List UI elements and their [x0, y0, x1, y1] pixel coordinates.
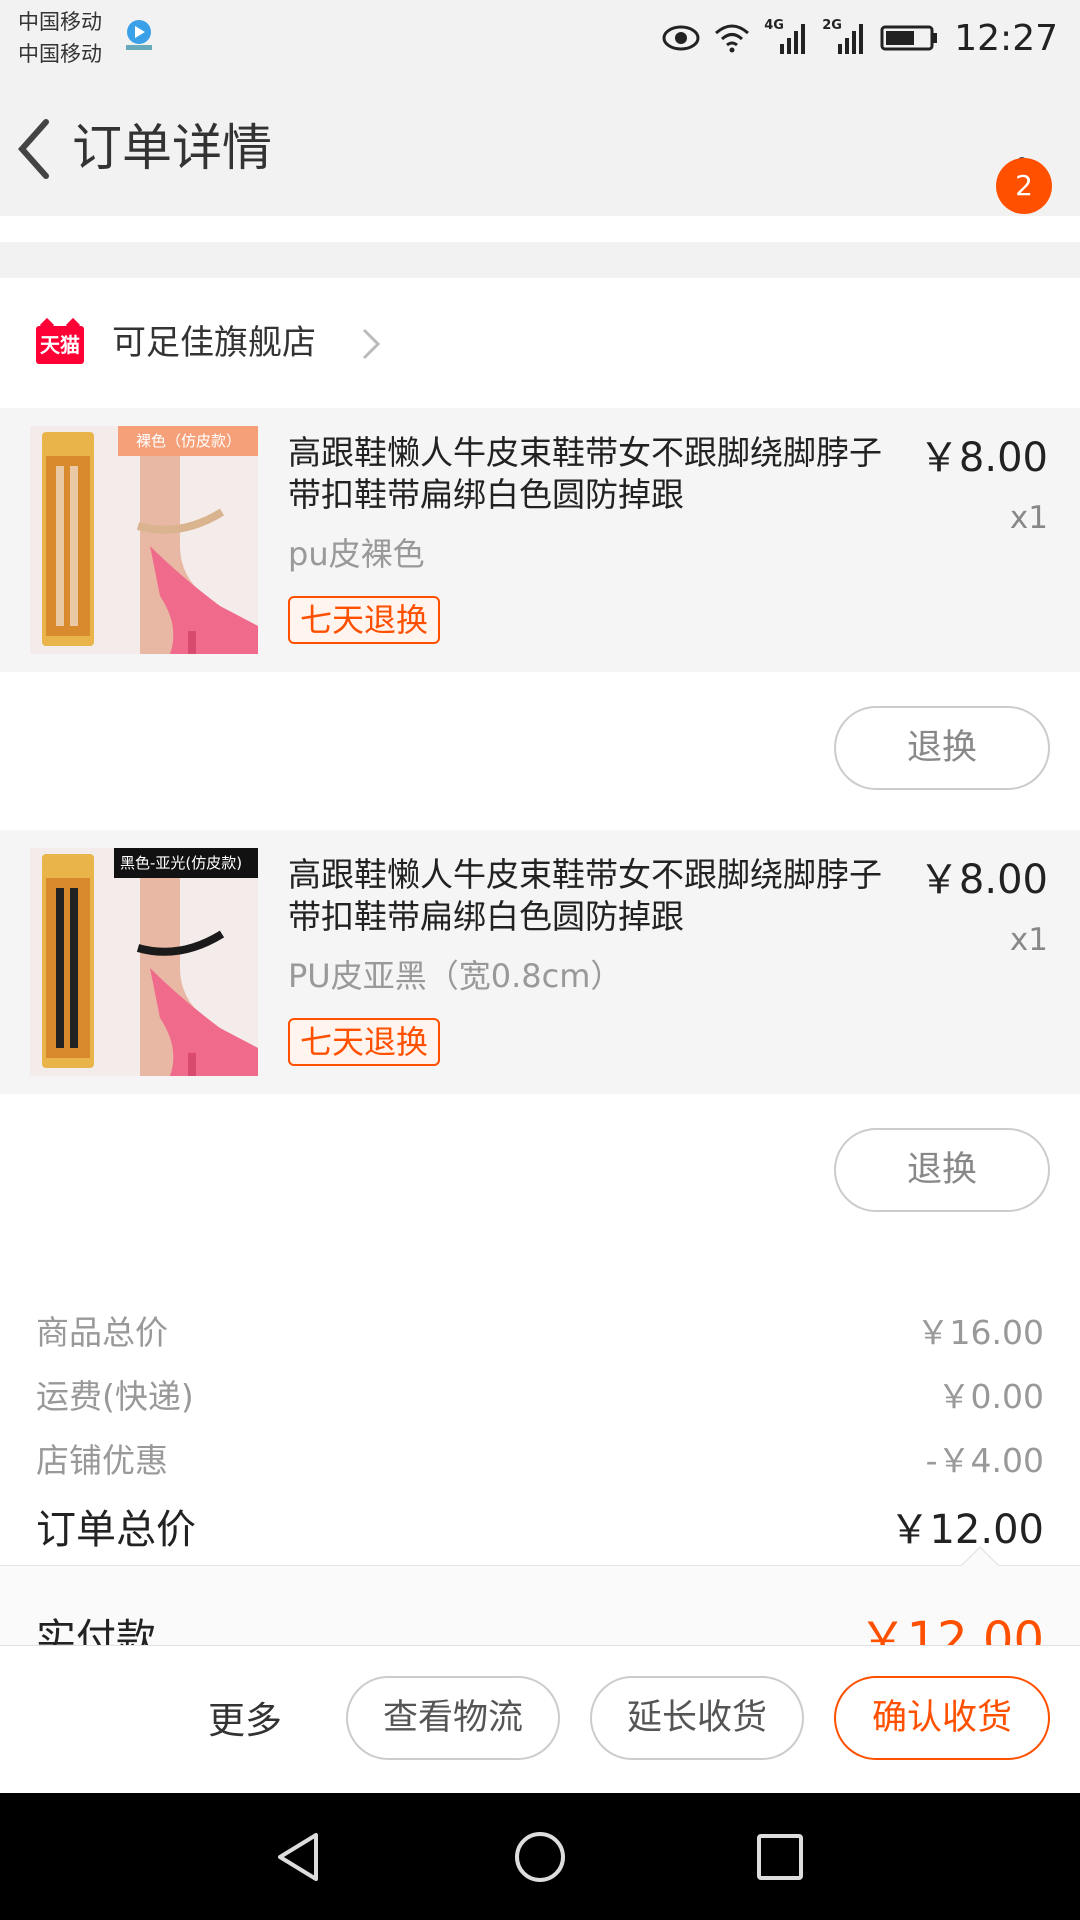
- confirm-receipt-button[interactable]: 确认收货: [834, 1676, 1050, 1760]
- extend-receipt-button[interactable]: 延长收货: [590, 1676, 804, 1760]
- item-action-row: 退换: [0, 672, 1080, 802]
- signal-2g: 2G: [822, 18, 866, 58]
- shipping-label: 运费(快递): [36, 1377, 194, 1416]
- shipping-row: 运费(快递) ￥0.00: [36, 1366, 1044, 1422]
- order-total-label: 订单总价: [36, 1507, 196, 1553]
- item-quantity: x1: [1009, 922, 1048, 958]
- item-title[interactable]: 高跟鞋懒人牛皮束鞋带女不跟脚绕脚脖子带扣鞋带扁绑白色圆防掉跟: [288, 854, 908, 938]
- goods-total-label: 商品总价: [36, 1313, 168, 1352]
- item-action-row: 退换: [0, 1094, 1080, 1224]
- shipping-value: ￥0.00: [937, 1377, 1044, 1416]
- goods-total-value: ￥16.00: [916, 1313, 1044, 1352]
- carrier-2: 中国移动: [18, 42, 102, 66]
- bottom-action-bar: 更多 查看物流 延长收货 确认收货: [0, 1645, 1080, 1793]
- item-price: ￥8.00: [918, 435, 1048, 481]
- order-total-row: 订单总价 ￥12.00: [36, 1498, 1044, 1554]
- top-strip: [0, 216, 1080, 242]
- item-sku: PU皮亚黑（宽0.8cm）: [288, 957, 623, 995]
- return-policy-tag: 七天退换: [288, 596, 441, 644]
- signal-4g: 4G: [764, 18, 808, 58]
- item-quantity: x1: [1009, 500, 1048, 536]
- return-exchange-button[interactable]: 退换: [834, 706, 1050, 790]
- discount-row: 店铺优惠 -￥4.00: [36, 1430, 1044, 1486]
- recents-square-icon[interactable]: [752, 1829, 808, 1885]
- thumb-label: 黑色-亚光(仿皮款): [120, 854, 242, 872]
- item-price: ￥8.00: [918, 857, 1048, 903]
- home-circle-icon[interactable]: [512, 1829, 568, 1885]
- chevron-right-icon: [362, 328, 381, 360]
- store-name[interactable]: 可足佳旗舰店: [112, 318, 316, 368]
- amount-paid-row: 实付款 ￥12.00: [0, 1565, 1080, 1645]
- status-bar: 中国移动 中国移动 4G 2G 12:27: [0, 0, 1080, 76]
- spacer: [0, 802, 1080, 830]
- signal-bars-icon: [780, 24, 806, 54]
- battery-icon: [880, 25, 938, 51]
- order-item[interactable]: 黑色-亚光(仿皮款) 高跟鞋懒人牛皮束鞋带女不跟脚绕脚脖子带扣鞋带扁绑白色圆防掉…: [0, 830, 1080, 1094]
- store-header[interactable]: 天猫 可足佳旗舰店: [0, 278, 1080, 408]
- discount-label: 店铺优惠: [36, 1441, 168, 1480]
- carrier-1: 中国移动: [18, 10, 102, 34]
- back-arrow-icon[interactable]: [10, 114, 70, 184]
- status-icons: 4G 2G 12:27: [662, 8, 1058, 68]
- app-bar: 订单详情 2: [0, 76, 1080, 216]
- signal-bars-icon: [838, 24, 864, 54]
- clock: 12:27: [954, 17, 1058, 59]
- price-summary: 商品总价 ￥16.00 运费(快递) ￥0.00 店铺优惠 -￥4.00 订单总…: [0, 1220, 1080, 1565]
- order-item[interactable]: 裸色（仿皮款） 高跟鞋懒人牛皮束鞋带女不跟脚绕脚脖子带扣鞋带扁绑白色圆防掉跟 p…: [0, 408, 1080, 672]
- return-policy-tag: 七天退换: [288, 1018, 441, 1066]
- product-photo-black: 黑色-亚光(仿皮款): [30, 848, 258, 1076]
- return-exchange-button[interactable]: 退换: [834, 1128, 1050, 1212]
- view-logistics-button[interactable]: 查看物流: [346, 1676, 560, 1760]
- notification-badge: 2: [996, 158, 1052, 214]
- product-image[interactable]: 黑色-亚光(仿皮款): [30, 848, 258, 1076]
- amount-paid-value: ￥12.00: [858, 1612, 1044, 1645]
- goods-total-row: 商品总价 ￥16.00: [36, 1302, 1044, 1358]
- discount-value: -￥4.00: [925, 1441, 1044, 1480]
- product-image[interactable]: 裸色（仿皮款）: [30, 426, 258, 654]
- product-photo-nude: 裸色（仿皮款）: [30, 426, 258, 654]
- item-sku: pu皮裸色: [288, 535, 425, 573]
- back-triangle-icon[interactable]: [272, 1829, 328, 1885]
- carrier-info: 中国移动 中国移动: [18, 6, 102, 70]
- item-title[interactable]: 高跟鞋懒人牛皮束鞋带女不跟脚绕脚脖子带扣鞋带扁绑白色圆防掉跟: [288, 432, 908, 516]
- system-navigation-bar: [0, 1793, 1080, 1920]
- video-app-icon: [126, 20, 152, 50]
- more-button[interactable]: 更多: [208, 1686, 282, 1756]
- thumb-label: 裸色（仿皮款）: [136, 432, 241, 450]
- caret-up-icon: [960, 1546, 1000, 1566]
- tmall-logo: 天猫: [36, 326, 84, 364]
- eye-icon: [662, 25, 700, 51]
- wifi-icon: [715, 24, 750, 53]
- page-title: 订单详情: [72, 119, 272, 177]
- amount-paid-label: 实付款: [36, 1616, 156, 1645]
